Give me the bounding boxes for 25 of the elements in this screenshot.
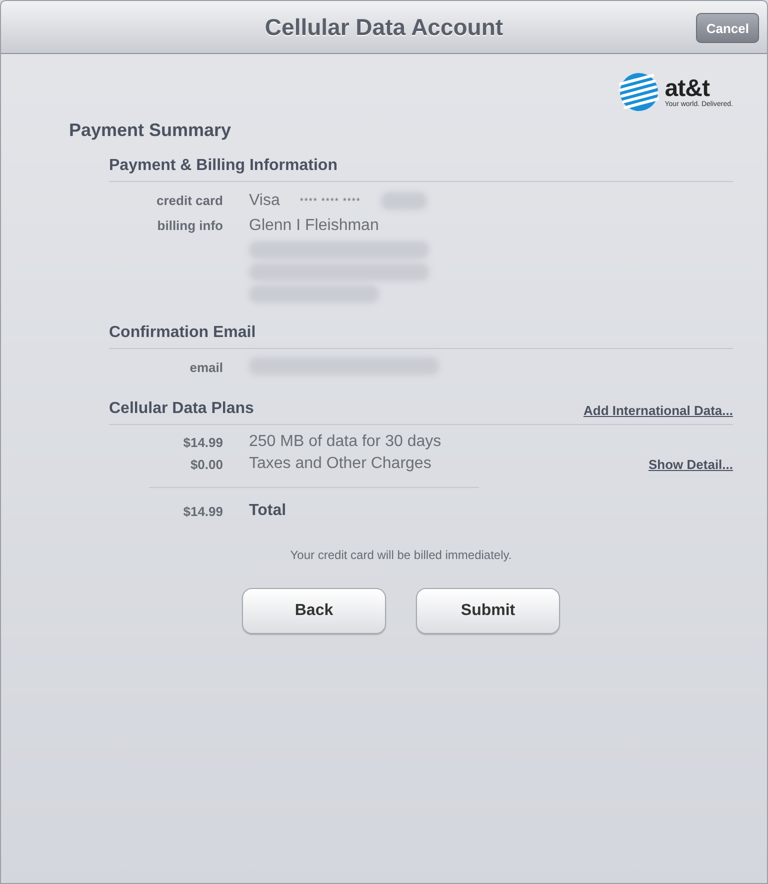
globe-logo-icon	[618, 72, 659, 112]
window-title: Cellular Data Account	[264, 14, 504, 40]
logo-wordmark: at&t	[664, 76, 710, 100]
plan-description: Taxes and Other Charges	[249, 455, 432, 473]
price: $14.99	[182, 434, 223, 450]
total-label: Total	[249, 502, 288, 520]
submit-button[interactable]: Submit	[416, 588, 560, 634]
back-button[interactable]: Back	[242, 588, 386, 634]
billing-notice: Your credit card will be billed immediately.	[290, 548, 512, 562]
show-detail-link[interactable]: Show Detail...	[648, 456, 733, 472]
field-value: Visa	[249, 191, 280, 211]
cancel-button[interactable]: Cancel	[696, 13, 759, 43]
field-value: Glenn I Fleishman	[249, 216, 379, 236]
field-label: billing info	[156, 217, 223, 235]
section-title: Cellular Data Plans	[109, 400, 254, 418]
section-title: Confirmation Email	[109, 324, 256, 342]
masked-card-number: **** **** ****	[300, 196, 361, 206]
total-price: $14.99	[182, 504, 223, 518]
price: $0.00	[189, 456, 223, 472]
field-label: email	[188, 359, 223, 377]
section-title: Payment & Billing Information	[109, 157, 338, 175]
add-international-data-link[interactable]: Add International Data...	[583, 403, 733, 418]
field-label: credit card	[156, 192, 223, 210]
plan-description: 250 MB of data for 30 days	[249, 433, 442, 451]
section-heading: Payment Summary	[69, 120, 232, 141]
